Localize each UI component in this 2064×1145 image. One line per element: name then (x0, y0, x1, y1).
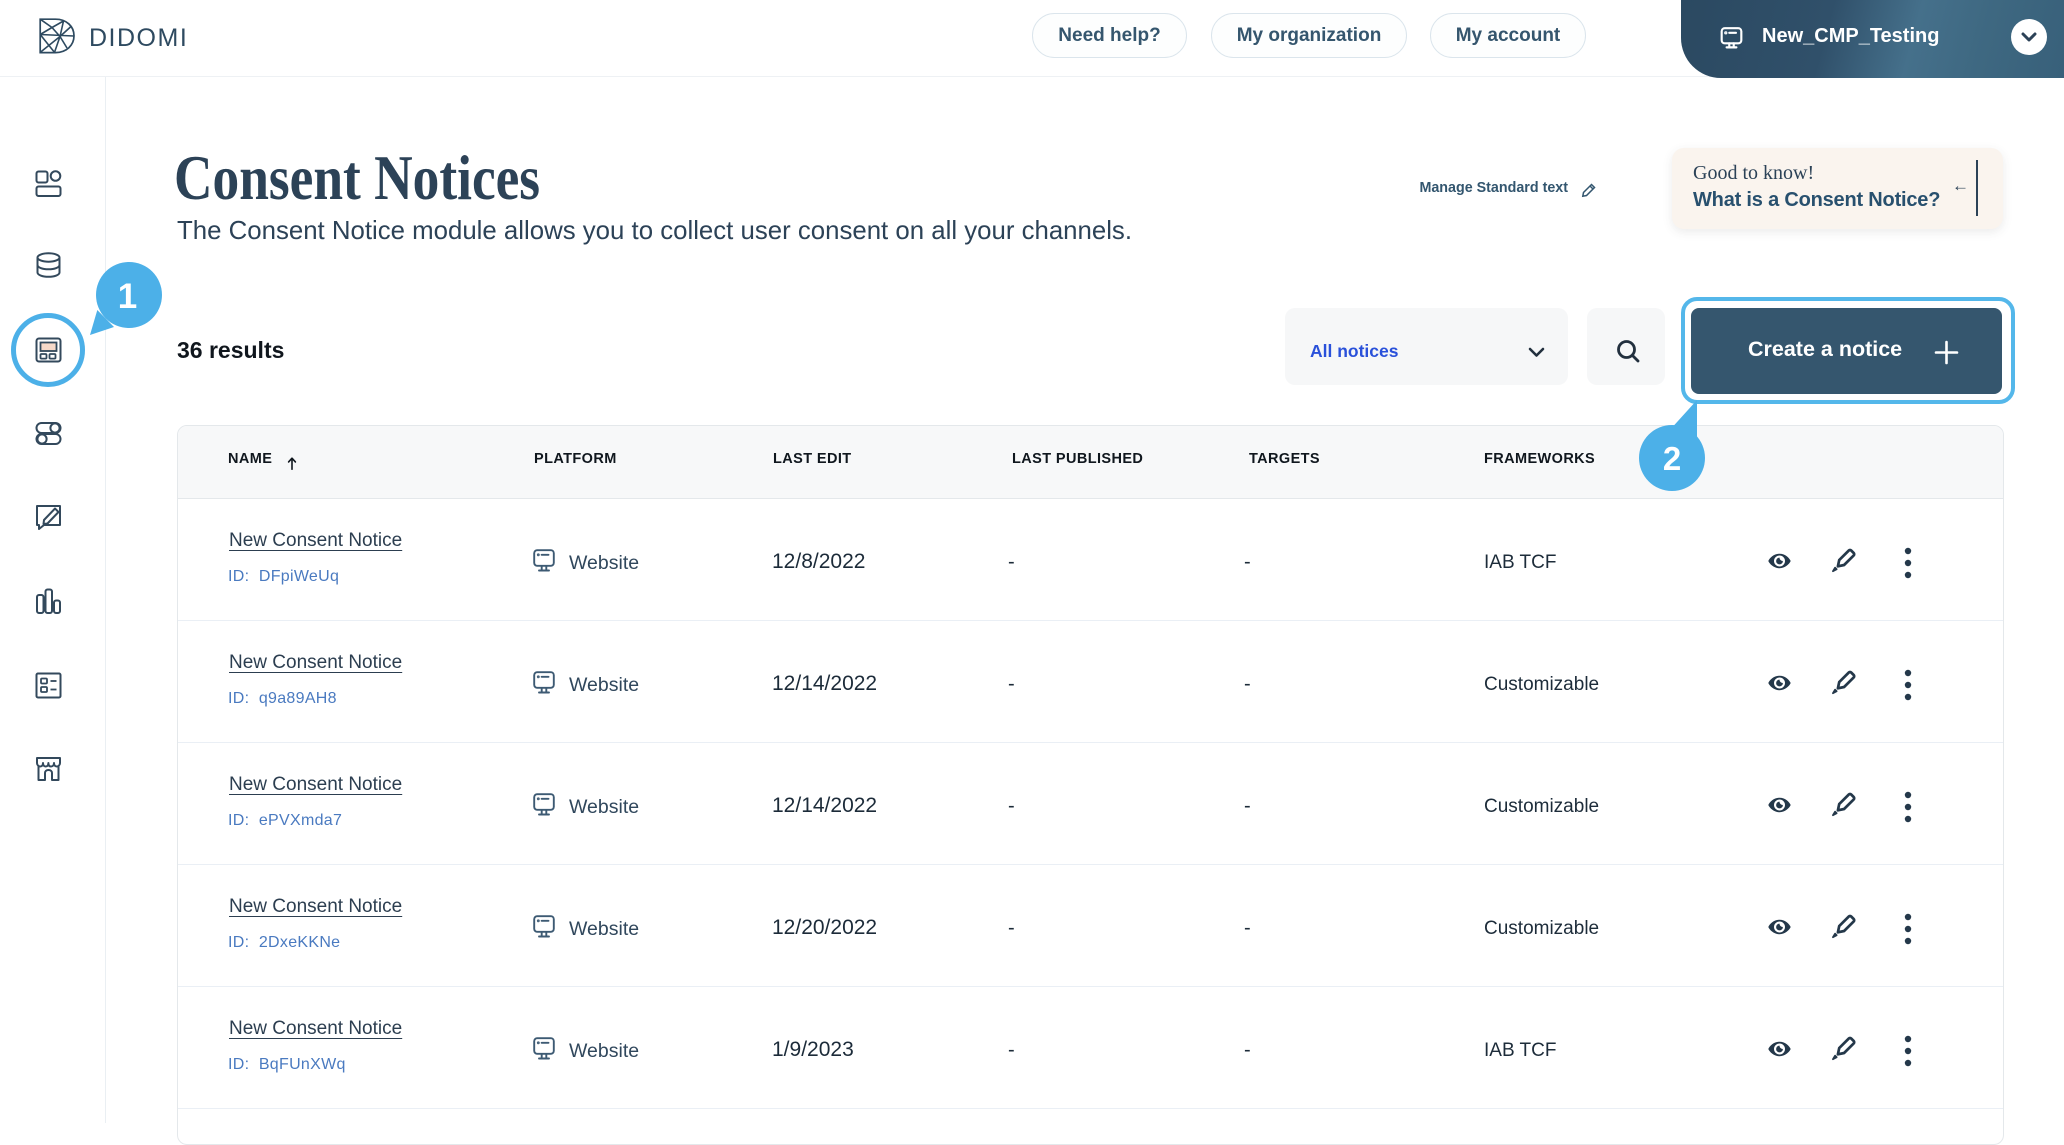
svg-text:1: 1 (118, 277, 137, 316)
svg-text:2: 2 (1663, 440, 1681, 477)
